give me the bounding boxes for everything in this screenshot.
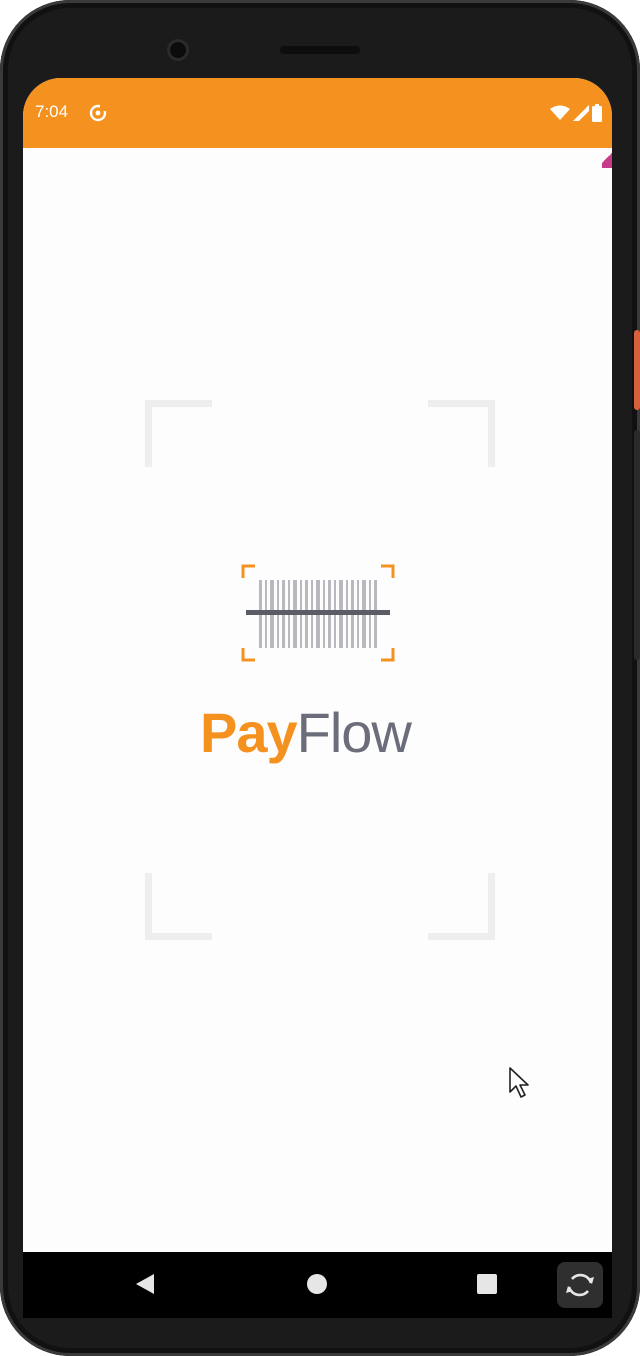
recents-square-icon xyxy=(477,1274,497,1294)
volume-button xyxy=(634,430,640,660)
sync-icon xyxy=(89,104,107,122)
rotate-icon xyxy=(566,1273,594,1297)
rotate-button[interactable] xyxy=(557,1262,603,1308)
scan-frame-corner-bottom-left xyxy=(145,873,212,940)
home-circle-icon xyxy=(307,1274,327,1294)
app-screen: 7:04 PayFlow xyxy=(23,78,612,1252)
home-button[interactable] xyxy=(297,1264,337,1304)
scan-frame-corner-bottom-right xyxy=(428,873,495,940)
phone-device: 7:04 PayFlow xyxy=(0,0,640,1356)
recents-button[interactable] xyxy=(467,1264,507,1304)
status-time: 7:04 xyxy=(35,102,69,121)
status-bar: 7:04 xyxy=(23,78,612,148)
back-button[interactable] xyxy=(125,1264,165,1304)
corner-accent xyxy=(602,148,612,168)
navigation-bar xyxy=(23,1252,612,1318)
mouse-pointer-icon xyxy=(509,1067,529,1098)
barcode-scanner-icon xyxy=(241,564,395,662)
front-camera xyxy=(170,42,186,58)
wifi-icon xyxy=(550,105,570,120)
power-button xyxy=(634,330,640,410)
brand-flow: Flow xyxy=(296,701,412,764)
scan-frame-corner-top-left xyxy=(145,400,212,467)
scan-frame-corner-top-right xyxy=(428,400,495,467)
battery-icon xyxy=(592,104,602,122)
brand-pay: Pay xyxy=(200,701,298,764)
earpiece-speaker xyxy=(280,46,360,54)
status-icons xyxy=(550,104,602,122)
signal-icon xyxy=(573,105,589,121)
back-triangle-icon xyxy=(136,1274,154,1294)
brand-logo-text: PayFlow xyxy=(200,698,440,768)
